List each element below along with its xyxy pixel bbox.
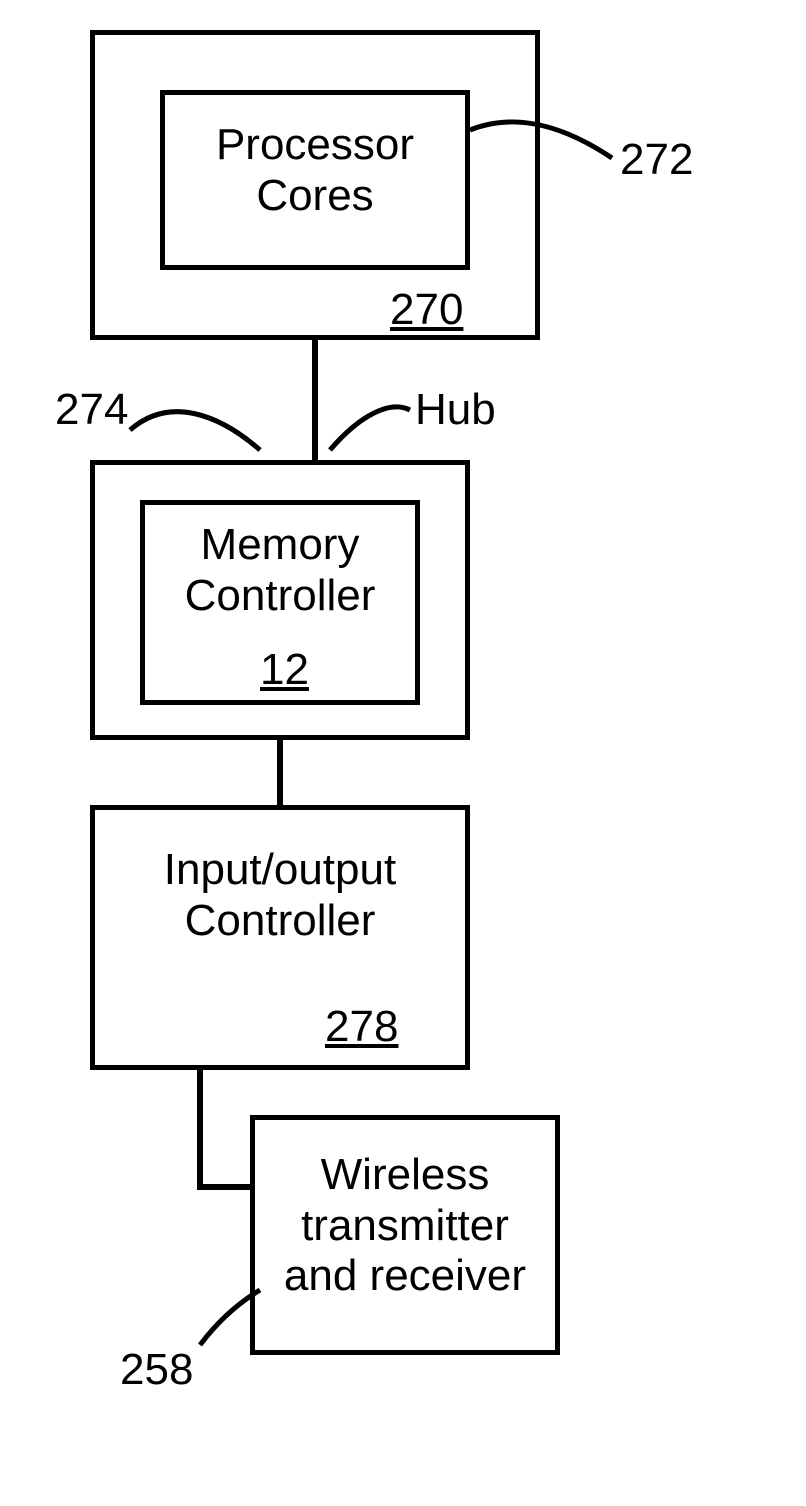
lead-line-258 xyxy=(0,0,806,1506)
